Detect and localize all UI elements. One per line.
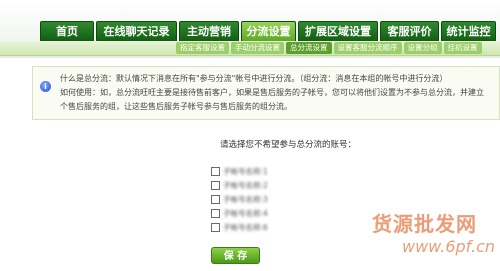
account-checkbox[interactable] bbox=[211, 208, 220, 218]
top-navigation: 首页 在线聊天记录 主动营销 分流设置 扩展区域设置 客服评价 统计监控 bbox=[0, 0, 500, 41]
info-icon: i bbox=[40, 81, 51, 92]
subtab-designated-service[interactable]: 指定客服设置 bbox=[176, 42, 229, 54]
account-checkbox[interactable] bbox=[211, 222, 220, 232]
info-box: i 什么是总分流：默认情况下消息在所有"参与分流"帐号中进行分流。（组分流：消息… bbox=[32, 66, 500, 120]
account-checkbox[interactable] bbox=[211, 180, 220, 190]
divider bbox=[0, 56, 500, 58]
account-checkbox[interactable] bbox=[211, 166, 220, 176]
tab-service-rating[interactable]: 客服评价 bbox=[380, 21, 439, 41]
account-label: 子帐号名称:2 bbox=[223, 180, 268, 190]
save-button[interactable]: 保 存 bbox=[211, 247, 260, 264]
account-item: 子帐号名称:3 bbox=[211, 193, 268, 205]
subtab-distribution-order[interactable]: 设置客服分流顺序 bbox=[333, 42, 402, 54]
tab-chat-records[interactable]: 在线聊天记录 bbox=[96, 21, 177, 41]
info-line-2: 如何使用：如，总分流旺旺主要是接待售前客户，如果是售后服务的子帐号，您可以将他们… bbox=[60, 88, 484, 97]
subtab-groups[interactable]: 设置分组 bbox=[403, 42, 442, 54]
account-checkbox[interactable] bbox=[211, 194, 220, 204]
account-select-prompt: 请选择您不希望参与总分流的账号： bbox=[220, 140, 357, 150]
account-label: 子帐号名称:4 bbox=[223, 208, 268, 218]
subtab-away-settings[interactable]: 挂机设置 bbox=[443, 42, 482, 54]
watermark-text: 货源批发网 bbox=[372, 212, 477, 236]
account-item: 子帐号名称:4 bbox=[211, 207, 268, 219]
account-item: 子帐号名称:6 bbox=[211, 221, 268, 233]
account-item: 子帐号名称:1 bbox=[211, 165, 268, 177]
subtab-total-distribution[interactable]: 总分流设置 bbox=[286, 42, 332, 54]
main-tabs: 首页 在线聊天记录 主动营销 分流设置 扩展区域设置 客服评价 统计监控 bbox=[40, 21, 498, 41]
account-label: 子帐号名称:1 bbox=[223, 166, 268, 176]
tab-active-marketing[interactable]: 主动营销 bbox=[179, 21, 239, 41]
info-line-1: 什么是总分流：默认情况下消息在所有"参与分流"帐号中进行分流。（组分流：消息在本… bbox=[60, 74, 448, 83]
sub-tabs: 指定客服设置 手动分流设置 总分流设置 设置客服分流顺序 设置分组 挂机设置 bbox=[176, 42, 484, 54]
account-label: 子帐号名称:3 bbox=[223, 194, 268, 204]
sub-navigation: 指定客服设置 手动分流设置 总分流设置 设置客服分流顺序 设置分组 挂机设置 bbox=[0, 41, 500, 56]
tab-home[interactable]: 首页 bbox=[40, 21, 94, 41]
account-label: 子帐号名称:6 bbox=[223, 222, 268, 232]
info-line-3: 个售后服务的组，让这些售后服务子帐号参与售后服务的组分流。 bbox=[60, 102, 292, 111]
subtab-manual-distribution[interactable]: 手动分流设置 bbox=[231, 42, 284, 54]
watermark-url: www.6pf.cn bbox=[402, 237, 496, 256]
tab-extension-area-settings[interactable]: 扩展区域设置 bbox=[298, 21, 378, 41]
account-item: 子帐号名称:2 bbox=[211, 179, 268, 191]
tab-statistics-monitor[interactable]: 统计监控 bbox=[441, 21, 496, 41]
tab-distribution-settings[interactable]: 分流设置 bbox=[241, 21, 296, 41]
